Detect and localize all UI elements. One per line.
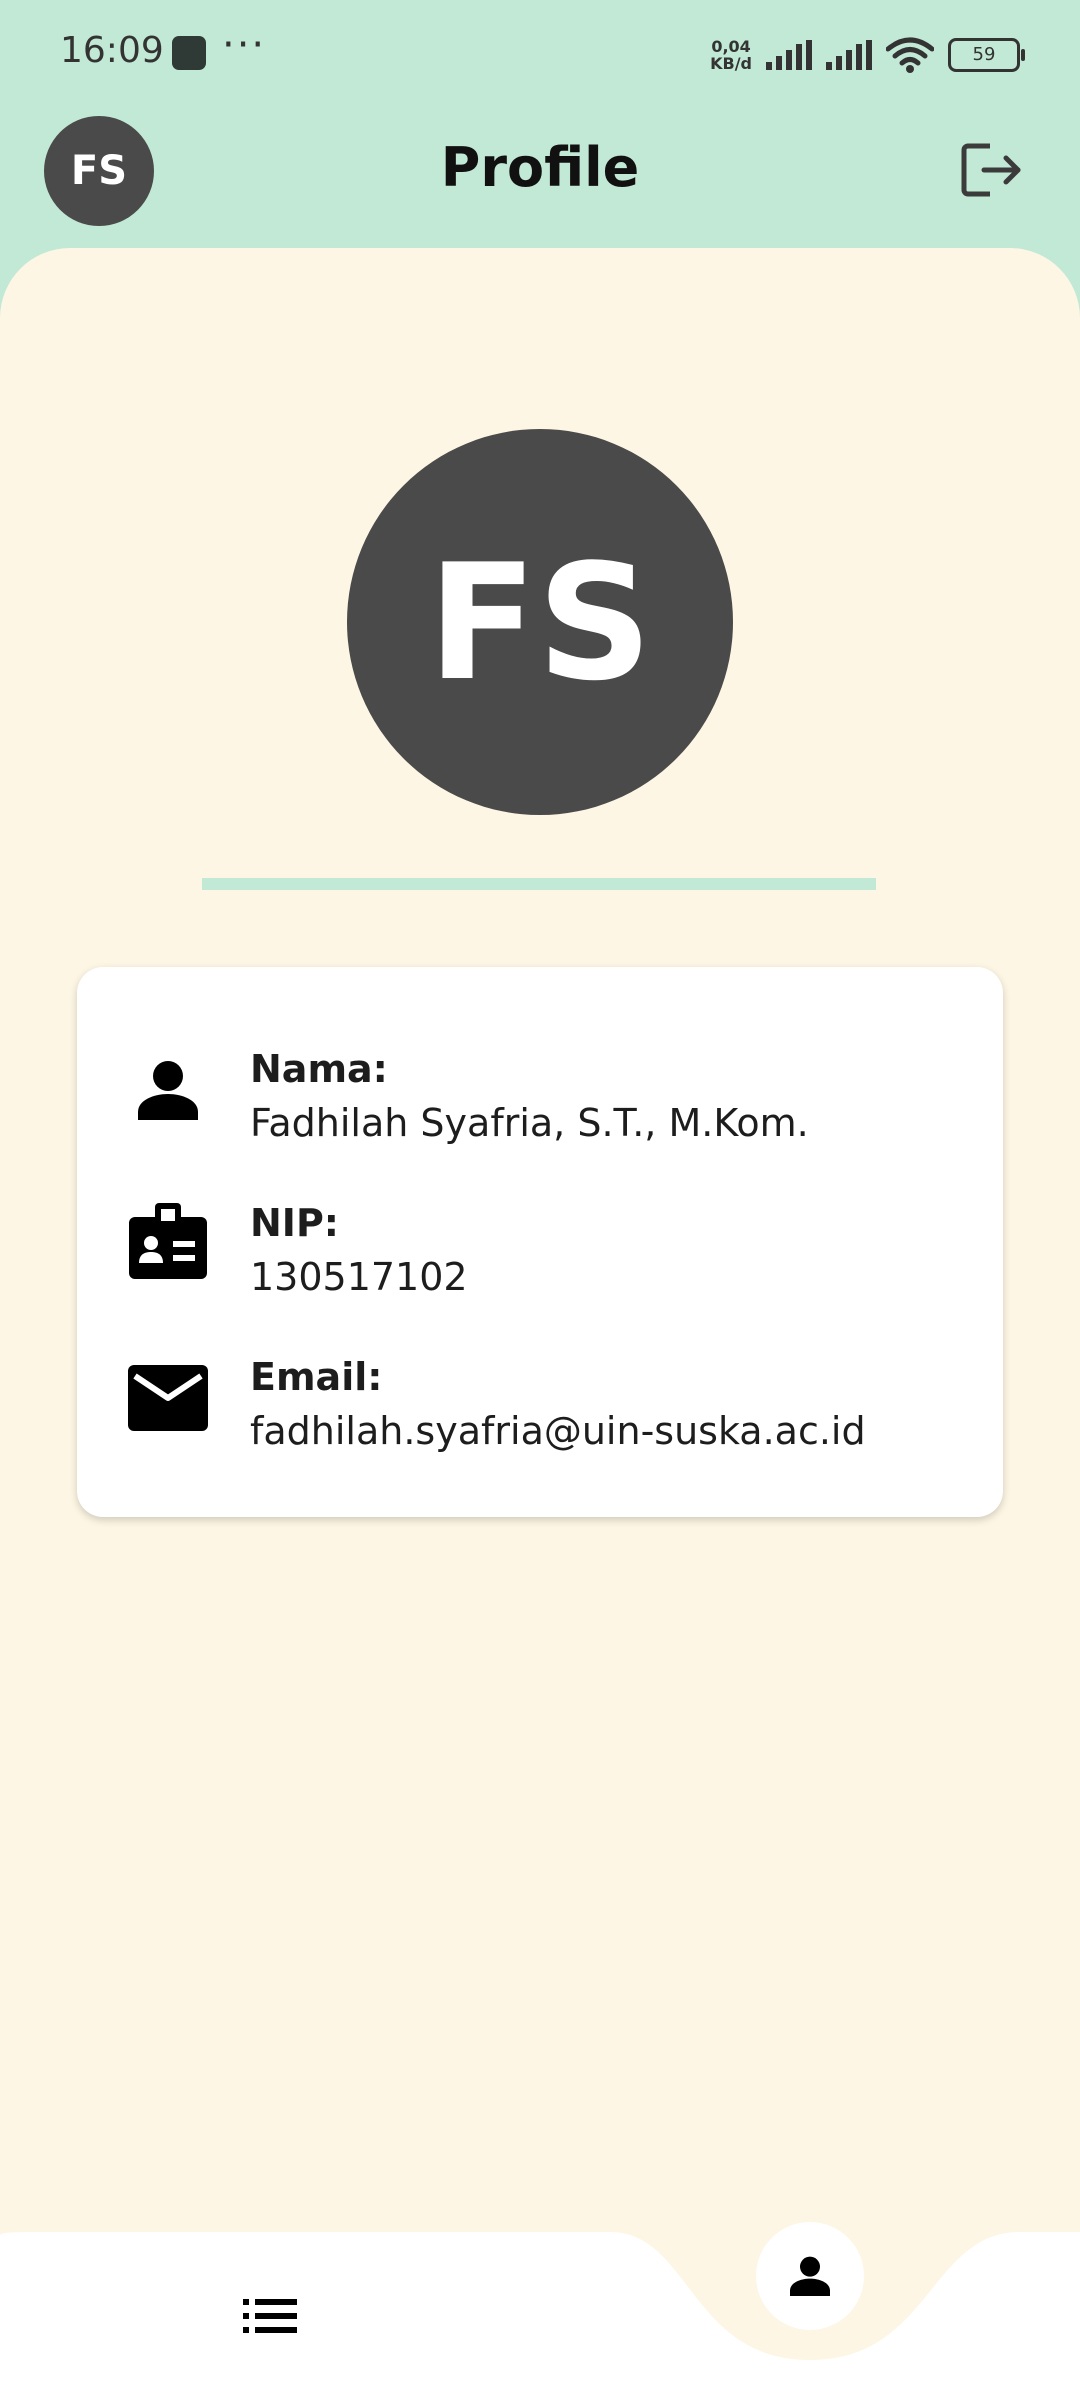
network-speed-value: 0,04	[711, 37, 751, 56]
nav-list-button[interactable]	[230, 2276, 310, 2356]
signal-icon	[766, 40, 812, 70]
status-time: 16:09	[60, 30, 164, 71]
status-bar: 16:09 ··· 0,04 KB/d 59	[0, 0, 1080, 110]
battery-icon: 59	[948, 38, 1025, 72]
app-notification-icon	[172, 36, 206, 70]
info-row-name: Nama: Fadhilah Syafria, S.T., M.Kom.	[77, 1037, 1003, 1157]
id-badge-icon	[125, 1199, 211, 1285]
profile-info-card: Nama: Fadhilah Syafria, S.T., M.Kom. NIP…	[77, 967, 1003, 1517]
name-label: Nama:	[250, 1047, 388, 1091]
person-icon	[125, 1047, 211, 1133]
logout-icon	[961, 143, 1021, 197]
bottom-nav-background	[0, 2232, 1080, 2400]
network-speed: 0,04 KB/d	[710, 38, 752, 72]
wifi-icon	[886, 37, 934, 73]
list-icon	[243, 2299, 297, 2333]
email-icon	[125, 1355, 211, 1441]
status-more-icon: ···	[222, 22, 267, 68]
email-label: Email:	[250, 1355, 383, 1399]
divider	[202, 878, 876, 890]
profile-avatar: FS	[347, 429, 733, 815]
person-icon	[790, 2256, 830, 2296]
logout-button[interactable]	[956, 134, 1028, 206]
bottom-navigation	[0, 2200, 1080, 2400]
info-row-email: Email: fadhilah.syafria@uin-suska.ac.id	[77, 1345, 1003, 1465]
nav-profile-button[interactable]	[756, 2222, 864, 2330]
signal-icon	[826, 40, 872, 70]
app-bar: FS Profile	[0, 110, 1080, 250]
info-row-nip: NIP: 130517102	[77, 1191, 1003, 1311]
network-speed-unit: KB/d	[710, 54, 752, 73]
name-value: Fadhilah Syafria, S.T., M.Kom.	[250, 1101, 809, 1145]
status-indicators: 0,04 KB/d 59	[710, 30, 1025, 80]
page-title: Profile	[440, 136, 640, 199]
nip-value: 130517102	[250, 1255, 468, 1299]
email-value: fadhilah.syafria@uin-suska.ac.id	[250, 1409, 866, 1453]
nip-label: NIP:	[250, 1201, 339, 1245]
